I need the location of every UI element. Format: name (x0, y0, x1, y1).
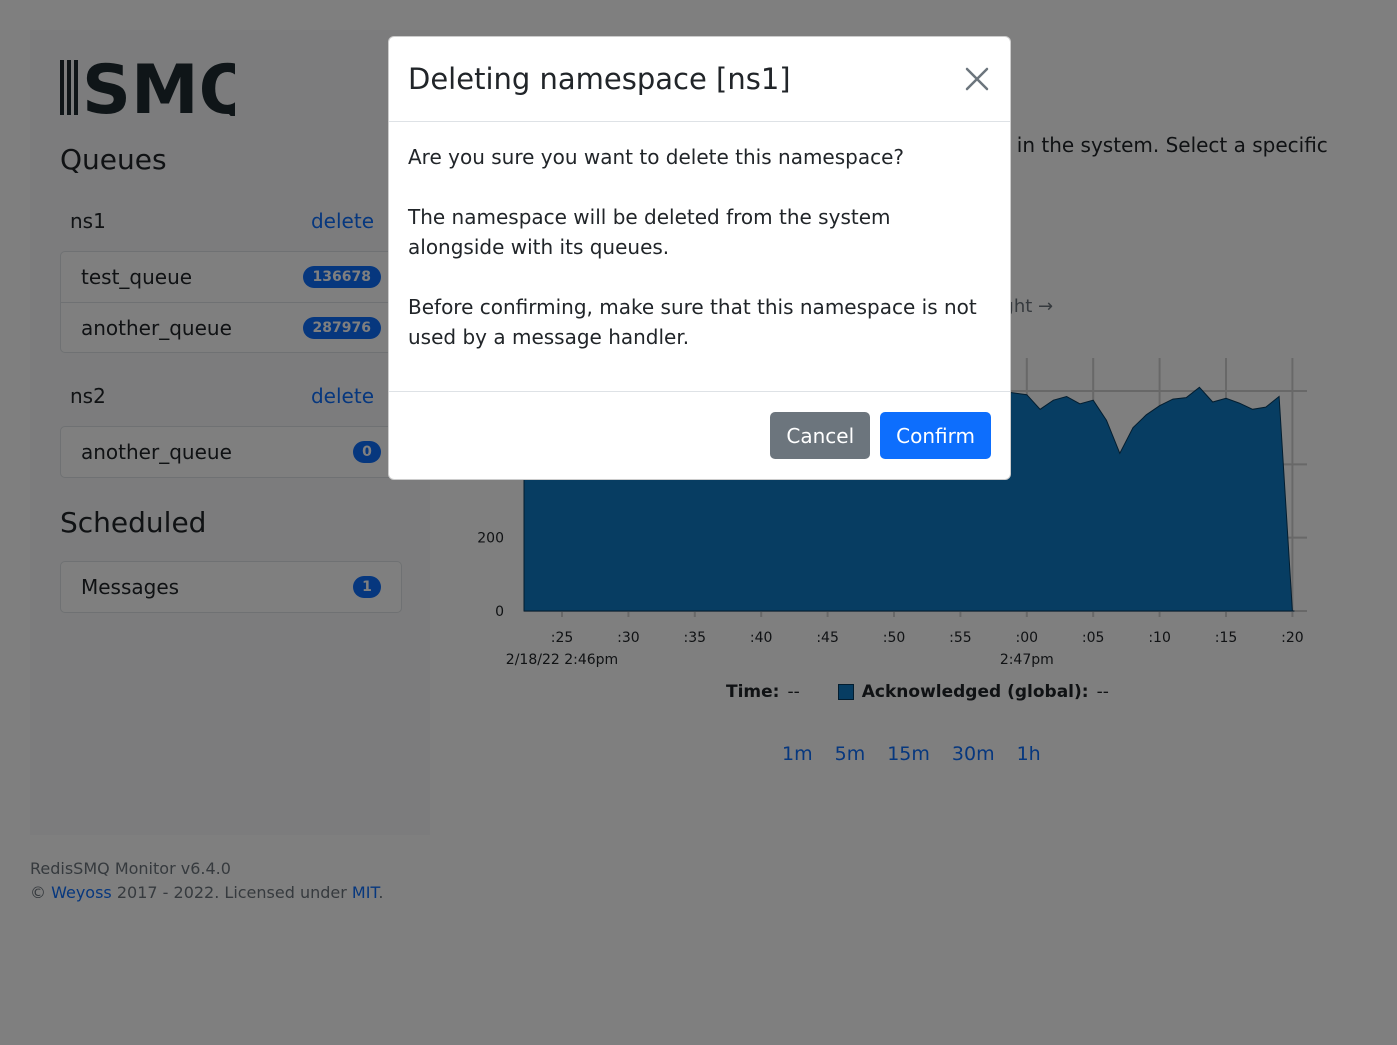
modal-body: Are you sure you want to delete this nam… (389, 122, 1010, 392)
modal-header: Deleting namespace [ns1] (389, 37, 1010, 122)
modal-title: Deleting namespace [ns1] (408, 62, 791, 96)
modal-note: Before confirming, make sure that this n… (408, 295, 977, 349)
close-icon (965, 67, 989, 91)
confirm-button[interactable]: Confirm (880, 412, 991, 459)
close-button[interactable] (962, 64, 992, 94)
delete-namespace-modal: Deleting namespace [ns1] Are you sure yo… (388, 36, 1011, 480)
modal-question: Are you sure you want to delete this nam… (408, 145, 905, 169)
modal-warning: The namespace will be deleted from the s… (408, 205, 891, 259)
modal-footer: Cancel Confirm (389, 392, 1010, 479)
cancel-button[interactable]: Cancel (770, 412, 871, 459)
